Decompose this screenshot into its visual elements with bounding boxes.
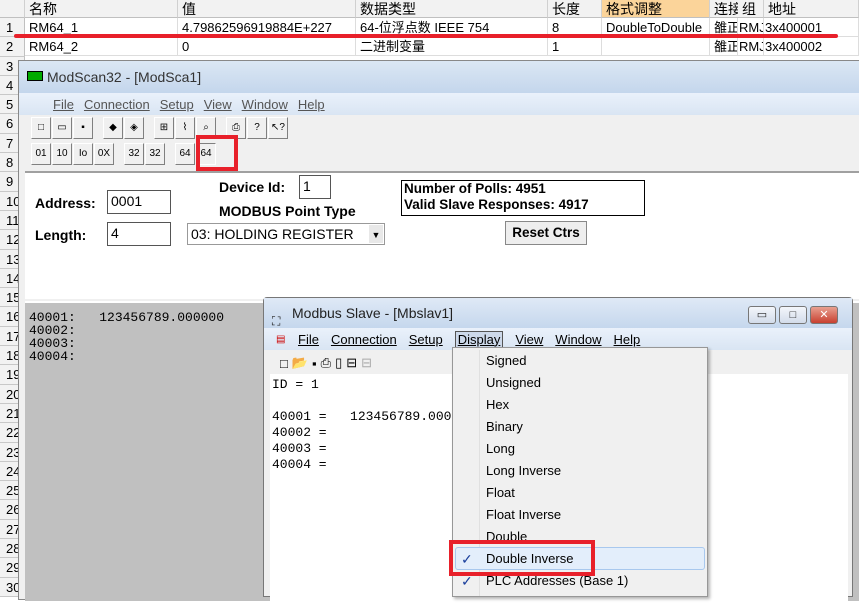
menu-item-long[interactable]: Long — [486, 438, 515, 460]
col-header-name[interactable]: 名称 — [25, 0, 178, 18]
menu-connection[interactable]: Connection — [84, 97, 150, 112]
menu-help[interactable]: Help — [298, 97, 325, 112]
length-label: Length: — [35, 227, 87, 243]
open-icon[interactable]: ▭ — [52, 117, 72, 139]
menu-help[interactable]: Help — [614, 332, 641, 347]
connect-icon[interactable]: ⊟ — [346, 355, 357, 371]
binary-format-icon[interactable]: 01 — [31, 143, 51, 165]
cell[interactable] — [602, 37, 710, 56]
red-underline-annotation — [14, 34, 838, 38]
menu-window[interactable]: Window — [242, 97, 288, 112]
display-icon[interactable]: ⌇ — [175, 117, 195, 139]
corner — [0, 0, 25, 18]
menu-item-binary[interactable]: Binary — [486, 416, 523, 438]
device-id-label: Device Id: — [219, 179, 286, 195]
menu-view[interactable]: View — [204, 97, 232, 112]
connect-icon[interactable]: ◆ — [103, 117, 123, 139]
col-header-address[interactable]: 地址 — [764, 0, 859, 18]
menu-display[interactable]: Display — [454, 330, 504, 348]
app-icon: ⛶ — [272, 314, 281, 328]
menu-item-long-inverse[interactable]: Long Inverse — [486, 460, 561, 482]
menu-view[interactable]: View — [515, 332, 543, 347]
menu-window[interactable]: Window — [555, 332, 601, 347]
col-header-group[interactable]: 组 — [738, 0, 764, 18]
menu-item-hex[interactable]: Hex — [486, 394, 509, 416]
window-title: Modbus Slave - [Mbslav1] — [292, 305, 454, 321]
toolbar-format: 01 10 Io 0X 32 32 64 64 — [19, 141, 859, 167]
close-button[interactable]: ✕ — [810, 306, 838, 324]
context-help-icon[interactable]: ↖? — [268, 117, 288, 139]
menu-item-float[interactable]: Float — [486, 482, 515, 504]
slave-title-bar[interactable]: ⛶ Modbus Slave - [Mbslav1] ▭ □ ✕ — [264, 298, 852, 328]
save-icon[interactable]: ▪ — [312, 356, 317, 371]
row-number[interactable]: 2 — [0, 37, 25, 57]
responses-count: Valid Slave Responses: 4917 — [404, 197, 589, 212]
chevron-down-icon[interactable]: ▼ — [369, 225, 383, 243]
modscan-title-bar[interactable]: ModScan32 - [ModSca1] — [19, 61, 859, 93]
cell[interactable]: 0 — [178, 37, 356, 56]
new-icon[interactable]: □ — [31, 117, 51, 139]
setup-icon[interactable]: ⊞ — [154, 117, 174, 139]
point-type-select[interactable]: 03: HOLDING REGISTER ▼ — [187, 223, 385, 245]
cell[interactable]: 1 — [548, 37, 602, 56]
integer-format-icon[interactable]: Io — [73, 143, 93, 165]
window-title: ModScan32 - [ModSca1] — [47, 69, 202, 85]
cell[interactable]: 二进制变量 — [356, 37, 548, 56]
cell[interactable]: RMJ — [738, 37, 764, 56]
app-icon — [27, 71, 43, 81]
toolbar-main: □ ▭ ▪ ◆ ◈ ⊞ ⌇ ⌕ ⎙? ↖? — [19, 115, 859, 141]
double64-icon[interactable]: 64 — [175, 143, 195, 165]
red-box-annotation — [196, 135, 238, 171]
menu-item-unsigned[interactable]: Unsigned — [486, 372, 541, 394]
menu-setup[interactable]: Setup — [409, 332, 443, 347]
col-header-format[interactable]: 格式调整 — [602, 0, 710, 18]
poll-stats-box: Number of Polls: 4951 Valid Slave Respons… — [401, 180, 645, 216]
col-header-length[interactable]: 长度 — [548, 0, 602, 18]
length-input[interactable]: 4 — [107, 222, 171, 246]
decimal-format-icon[interactable]: 10 — [52, 143, 72, 165]
col-header-type[interactable]: 数据类型 — [356, 0, 548, 18]
menu-connection[interactable]: Connection — [331, 332, 397, 347]
red-box-annotation — [449, 540, 595, 576]
window-icon[interactable]: ▯ — [335, 355, 342, 371]
col-header-value[interactable]: 值 — [178, 0, 356, 18]
connection-form: Address: 0001 Length: 4 Device Id: 1 MOD… — [25, 171, 859, 299]
menu-file[interactable]: File — [298, 332, 319, 347]
disconnect-icon[interactable]: ⊟ — [361, 355, 372, 371]
disconnect-icon[interactable]: ◈ — [124, 117, 144, 139]
menu-setup[interactable]: Setup — [160, 97, 194, 112]
hex-format-icon[interactable]: 0X — [94, 143, 114, 165]
point-type-value: 03: HOLDING REGISTER — [191, 226, 354, 242]
doc-icon: ▤ — [276, 333, 286, 345]
print-icon[interactable]: ⎙ — [321, 355, 331, 371]
device-id-input[interactable]: 1 — [299, 175, 331, 199]
modscan-menu-bar: File Connection Setup View Window Help — [19, 93, 859, 115]
polls-count: Number of Polls: 4951 — [404, 181, 546, 196]
point-type-label: MODBUS Point Type — [219, 203, 356, 219]
help-icon[interactable]: ? — [247, 117, 267, 139]
address-label: Address: — [35, 195, 96, 211]
cell[interactable]: 3x400002 — [764, 37, 859, 56]
float32-swap-icon[interactable]: 32 — [145, 143, 165, 165]
cell[interactable]: 雒正 — [710, 37, 738, 56]
reset-ctrs-button[interactable]: Reset Ctrs — [505, 221, 587, 245]
menu-item-signed[interactable]: Signed — [486, 350, 526, 372]
maximize-button[interactable]: □ — [779, 306, 807, 324]
open-icon[interactable]: 📂 — [292, 355, 308, 371]
address-input[interactable]: 0001 — [107, 190, 171, 214]
save-icon[interactable]: ▪ — [73, 117, 93, 139]
float32-icon[interactable]: 32 — [124, 143, 144, 165]
cell[interactable]: RM64_2 — [25, 37, 178, 56]
new-icon[interactable]: □ — [280, 356, 288, 371]
minimize-button[interactable]: ▭ — [748, 306, 776, 324]
menu-file[interactable]: File — [53, 97, 74, 112]
menu-item-float-inverse[interactable]: Float Inverse — [486, 504, 561, 526]
